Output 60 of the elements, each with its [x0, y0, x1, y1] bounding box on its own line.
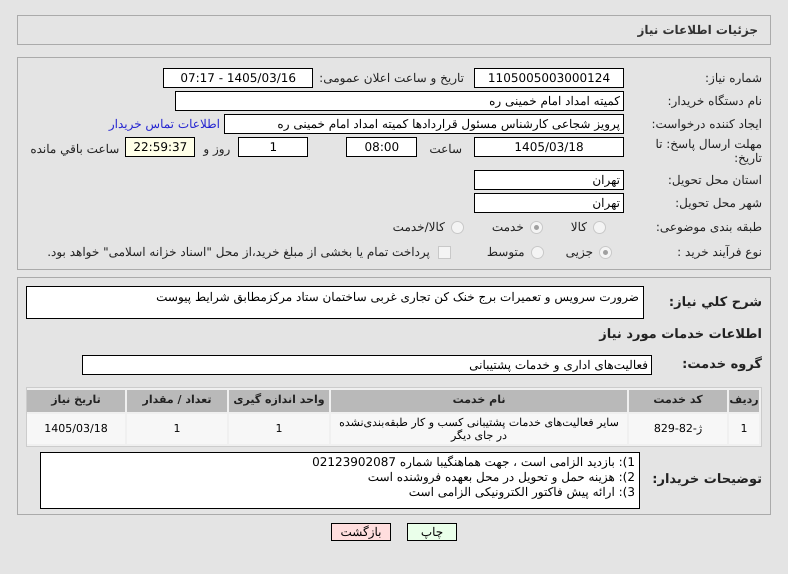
field-label: مهلت ارسال پاسخ: تا تاریخ:: [654, 137, 762, 165]
radio-button[interactable]: [530, 246, 544, 258]
field-label: ساعت: [429, 141, 462, 158]
print-button[interactable]: چاپ: [407, 522, 457, 540]
column-header: کد خدمت: [629, 390, 727, 412]
text-field[interactable]: 1105005003000124: [474, 68, 624, 88]
field-label: طبقه بندی موضوعی:: [654, 219, 762, 236]
text-field[interactable]: پرویز شجاعی کارشناس مسئول قراردادها کمیته امداد امام خمینی ره: [224, 114, 624, 134]
back-button[interactable]: بازگشت: [331, 522, 391, 540]
field-label: نام دستگاه خریدار:: [666, 93, 762, 110]
field-label: کالا: [570, 219, 587, 236]
field-label: کالا/خدمت: [392, 219, 445, 236]
field-label: گروه خدمت:: [681, 355, 762, 374]
field-label: استان محل تحویل:: [666, 172, 762, 189]
buyer-contact-link[interactable]: اطلاعات تماس خریدار: [108, 115, 220, 133]
payment-checkbox[interactable]: [438, 246, 451, 258]
table-cell: 1405/03/18: [27, 414, 125, 444]
text-field[interactable]: 1405/03/18: [474, 137, 624, 157]
table-cell: سایر فعالیت‌های خدمات پشتیبانی کسب و کار طبقه‌بندی‌نشده در جای دیگر: [331, 414, 627, 444]
text-field[interactable]: 1405/03/16 - 07:17: [163, 68, 314, 88]
field-label: خدمت: [492, 219, 524, 236]
note-line: 3): ارائه پیش فاکتور الکترونیکی الزامی است: [408, 484, 635, 500]
note-line: 2): هزینه حمل و تحویل در محل بعهده فروشنده است: [366, 470, 635, 484]
summary-textarea[interactable]: ضرورت سرویس و تعمیرات برج خنک کن تجاری غربی ساختمان ستاد مرکزمطابق شرایط پیوست: [26, 286, 644, 319]
radio-button[interactable]: [450, 220, 464, 234]
column-header: تاریخ نیاز: [27, 390, 125, 412]
radio-button[interactable]: [593, 220, 606, 234]
field-label: تاریخ و ساعت اعلان عمومی:: [319, 70, 464, 87]
field-label: جزیی: [566, 244, 593, 261]
text-field[interactable]: تهران: [474, 193, 624, 213]
table-cell: 1: [229, 414, 329, 444]
note-line: 1): بازدید الزامی است ، جهت هماهنگیبا شماره 02123902087: [311, 454, 635, 470]
table-cell: ژ-82-829: [629, 414, 727, 444]
radio-button[interactable]: [599, 246, 612, 258]
radio-button[interactable]: [530, 220, 543, 234]
field-label: متوسط: [486, 244, 525, 261]
column-header: ردیف: [729, 390, 759, 412]
field-label: شرح کلي نیاز:: [668, 294, 762, 312]
text-field[interactable]: تهران: [474, 170, 624, 190]
text-field[interactable]: کمیته امداد امام خمینی ره: [175, 91, 624, 111]
column-header: تعداد / مقدار: [127, 390, 227, 412]
table-cell: 1: [729, 414, 759, 444]
countdown-field[interactable]: 22:59:37: [125, 137, 196, 157]
table-cell: 1: [127, 414, 227, 444]
field-label: نوع فرآیند خرید :: [676, 244, 762, 261]
field-label: توضیحات خریدار:: [651, 471, 762, 490]
buyer-notes-textarea[interactable]: 1): بازدید الزامی است ، جهت هماهنگیبا شماره 02123902087 2): هزینه حمل و تحویل در محل بعهده فروشنده است 3): ارائه پیش فاکتور الکترونیکی الزامی است: [40, 452, 640, 508]
text-field[interactable]: 1: [238, 137, 308, 157]
field-label: ساعت باقي مانده: [30, 141, 120, 158]
field-label: پرداخت تمام یا بخشی از مبلغ خرید،از محل "اسناد خزانه اسلامی" خواهد بود.: [47, 244, 430, 261]
page-title: جزئیات اطلاعات نیاز: [637, 22, 758, 39]
section-title: اطلاعات خدمات مورد نیاز: [598, 326, 762, 344]
field-label: شماره نیاز:: [704, 70, 762, 87]
field-label: ایجاد کننده درخواست:: [650, 116, 762, 133]
text-field[interactable]: 08:00: [346, 137, 418, 157]
column-header: واحد اندازه گیری: [229, 390, 329, 412]
field-label: روز و: [203, 141, 230, 158]
field-label: شهر محل تحویل:: [674, 195, 762, 212]
column-header: نام خدمت: [331, 390, 627, 412]
text-field[interactable]: فعالیت‌های اداری و خدمات پشتیبانی: [82, 354, 652, 374]
